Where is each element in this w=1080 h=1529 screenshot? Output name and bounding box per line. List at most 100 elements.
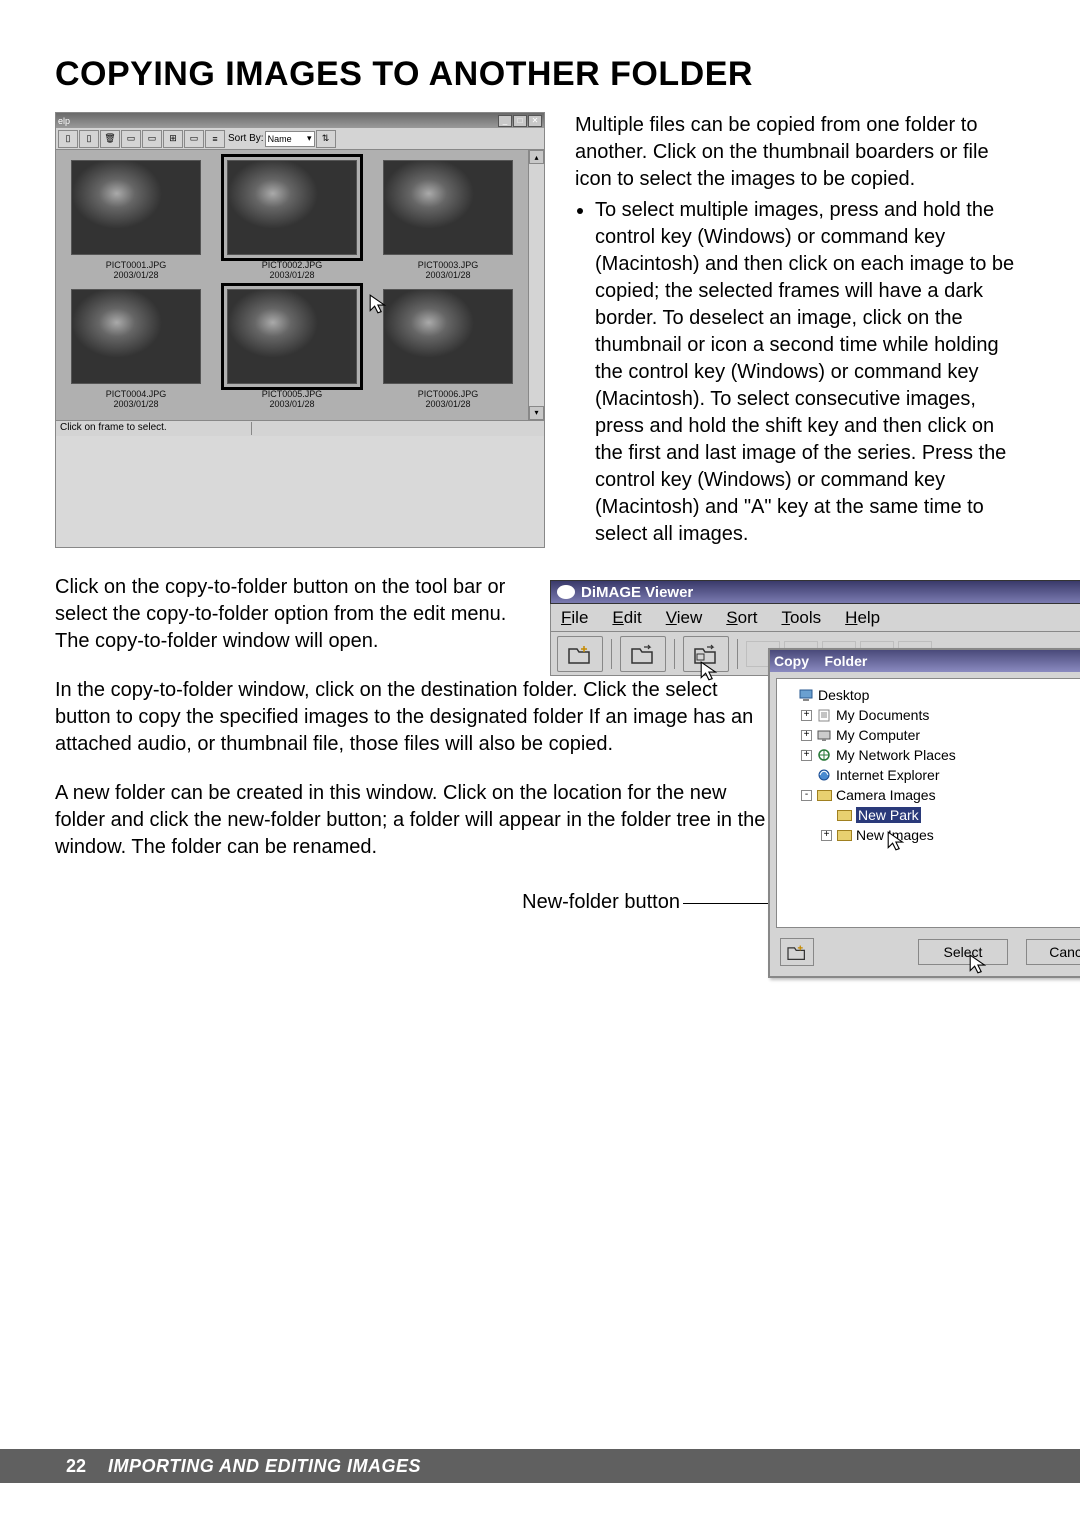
tree-label[interactable]: Internet Explorer (836, 767, 940, 783)
move-folder-toolbar-button[interactable] (620, 636, 666, 672)
thumbnail-caption: PICT0001.JPG2003/01/28 (106, 261, 167, 281)
docs-icon (816, 708, 832, 722)
copy-to-folder-toolbar-button[interactable] (683, 636, 729, 672)
toolbar-delete-icon[interactable]: 🗑 (100, 130, 120, 148)
toolbar-grid-icon[interactable]: ⊞ (163, 130, 183, 148)
tree-label[interactable]: My Computer (836, 727, 920, 743)
thumbnail-caption: PICT0003.JPG2003/01/28 (418, 261, 479, 281)
thumbnail-image[interactable] (227, 289, 357, 384)
toolbar-button[interactable]: ▯ (58, 130, 78, 148)
network-icon (816, 748, 832, 762)
toolbar-button[interactable]: ▭ (121, 130, 141, 148)
tree-row[interactable]: + My Computer (783, 725, 1080, 745)
close-button[interactable]: ✕ (528, 115, 542, 127)
thumbnail-cell[interactable]: PICT0002.JPG2003/01/28 (218, 160, 366, 281)
thumbnail-caption: PICT0002.JPG2003/01/28 (262, 261, 323, 281)
dropdown-arrow-icon: ▾ (307, 133, 312, 144)
thumbnail-image[interactable] (383, 160, 513, 255)
thumbnail-cell[interactable]: PICT0001.JPG2003/01/28 (62, 160, 210, 281)
collapse-icon[interactable]: - (801, 790, 812, 801)
expand-icon[interactable]: + (801, 750, 812, 761)
tree-row[interactable]: + My Documents (783, 705, 1080, 725)
tree-row[interactable]: New Park (783, 805, 1080, 825)
toolbar-button[interactable]: ⇅ (316, 130, 336, 148)
scroll-down-arrow-icon[interactable]: ▾ (529, 406, 544, 420)
tree-label[interactable]: New Park (856, 807, 921, 823)
tree-label[interactable]: Camera Images (836, 787, 936, 803)
intro-text: Multiple files can be copied from one fo… (575, 112, 1025, 548)
toolbar-button[interactable]: ▯ (79, 130, 99, 148)
lower-paragraph-1: In the copy-to-folder window, click on t… (55, 677, 775, 758)
thumbnail-grid: PICT0001.JPG2003/01/28 PICT0002.JPG2003/0… (56, 150, 528, 420)
app-title: DiMAGE Viewer (581, 584, 693, 601)
tree-row[interactable]: Internet Explorer (783, 765, 1080, 785)
app-icon (557, 585, 575, 599)
computer-icon (816, 728, 832, 742)
tree-row[interactable]: - Camera Images (783, 785, 1080, 805)
dimage-titlebar: DiMAGE Viewer (550, 580, 1080, 604)
expand-icon[interactable]: + (801, 710, 812, 721)
menu-edit[interactable]: Edit (612, 608, 641, 628)
new-folder-toolbar-button[interactable] (557, 636, 603, 672)
dialog-cancel-button[interactable]: Cancel (1026, 939, 1080, 965)
thumbnail-browser-window: elp _ □ ✕ ▯ ▯ 🗑 ▭ ▭ ⊞ ▭ ≡ Sort By: Name▾ (55, 112, 545, 548)
titlebar-left-text: elp (58, 116, 70, 126)
toolbar-button[interactable]: ▭ (184, 130, 204, 148)
thumbnail-cell[interactable]: PICT0003.JPG2003/01/28 (374, 160, 522, 281)
folder-tree[interactable]: Desktop + My Documents + My Computer + My Netw… (776, 678, 1080, 928)
tree-label[interactable]: My Documents (836, 707, 929, 723)
footer-bar: 22 IMPORTING AND EDITING IMAGES (0, 1449, 1080, 1483)
sort-value: Name (268, 134, 292, 144)
status-bar: Click on frame to select. (56, 420, 544, 436)
lower-paragraph-2: A new folder can be created in this wind… (55, 780, 775, 861)
page-heading: COPYING IMAGES TO ANOTHER FOLDER (55, 55, 1025, 94)
vertical-scrollbar[interactable]: ▴ ▾ (528, 150, 544, 420)
folder-icon (836, 828, 852, 842)
dialog-titlebar: Copy Folder ✕ (770, 650, 1080, 672)
scroll-track[interactable] (529, 164, 544, 406)
tree-label[interactable]: New Images (856, 827, 934, 843)
toolbar-list-icon[interactable]: ≡ (205, 130, 225, 148)
menu-tools[interactable]: Tools (781, 608, 821, 628)
minimize-button[interactable]: _ (498, 115, 512, 127)
menu-view[interactable]: View (666, 608, 703, 628)
thumbnail-cell[interactable]: PICT0006.JPG2003/01/28 (374, 289, 522, 410)
dialog-title: Copy Folder (774, 653, 867, 669)
tree-label[interactable]: Desktop (818, 687, 869, 703)
thumbnail-image[interactable] (227, 160, 357, 255)
intro-paragraph: Multiple files can be copied from one fo… (575, 112, 1025, 193)
thumbnail-caption: PICT0004.JPG2003/01/28 (106, 390, 167, 410)
thumbnail-cell[interactable]: PICT0005.JPG2003/01/28 (218, 289, 366, 410)
tree-label[interactable]: My Network Places (836, 747, 956, 763)
dialog-select-button[interactable]: Select (918, 939, 1008, 965)
folder-icon (836, 808, 852, 822)
expand-icon[interactable]: + (821, 830, 832, 841)
ie-icon (816, 768, 832, 782)
menu-sort[interactable]: Sort (726, 608, 757, 628)
toolbar-button[interactable]: ▭ (142, 130, 162, 148)
thumbnail-caption: PICT0006.JPG2003/01/28 (418, 390, 479, 410)
maximize-button[interactable]: □ (513, 115, 527, 127)
tree-row[interactable]: + My Network Places (783, 745, 1080, 765)
tree-row[interactable]: + New Images (783, 825, 1080, 845)
menubar: File Edit View Sort Tools Help (550, 604, 1080, 632)
expand-icon[interactable]: + (801, 730, 812, 741)
sort-by-select[interactable]: Name ▾ (265, 131, 315, 147)
tree-row[interactable]: Desktop (783, 685, 1080, 705)
dialog-new-folder-button[interactable] (780, 938, 814, 966)
copy-to-folder-dialog: Copy Folder ✕ Desktop + My Documents + My Co… (768, 648, 1080, 978)
thumbnail-image[interactable] (71, 160, 201, 255)
thumbnail-cell[interactable]: PICT0004.JPG2003/01/28 (62, 289, 210, 410)
menu-help[interactable]: Help (845, 608, 880, 628)
folder-icon (816, 788, 832, 802)
new-folder-button-label: New-folder button (55, 891, 775, 914)
page-number: 22 (66, 1456, 86, 1477)
intro-bullet: To select multiple images, press and hol… (595, 197, 1025, 548)
thumbnail-image[interactable] (71, 289, 201, 384)
new-folder-label-text: New-folder button (522, 891, 680, 913)
thumbnail-image[interactable] (383, 289, 513, 384)
desktop-icon (798, 688, 814, 702)
thumb-titlebar: elp _ □ ✕ (56, 113, 544, 128)
scroll-up-arrow-icon[interactable]: ▴ (529, 150, 544, 164)
menu-file[interactable]: File (561, 608, 588, 628)
